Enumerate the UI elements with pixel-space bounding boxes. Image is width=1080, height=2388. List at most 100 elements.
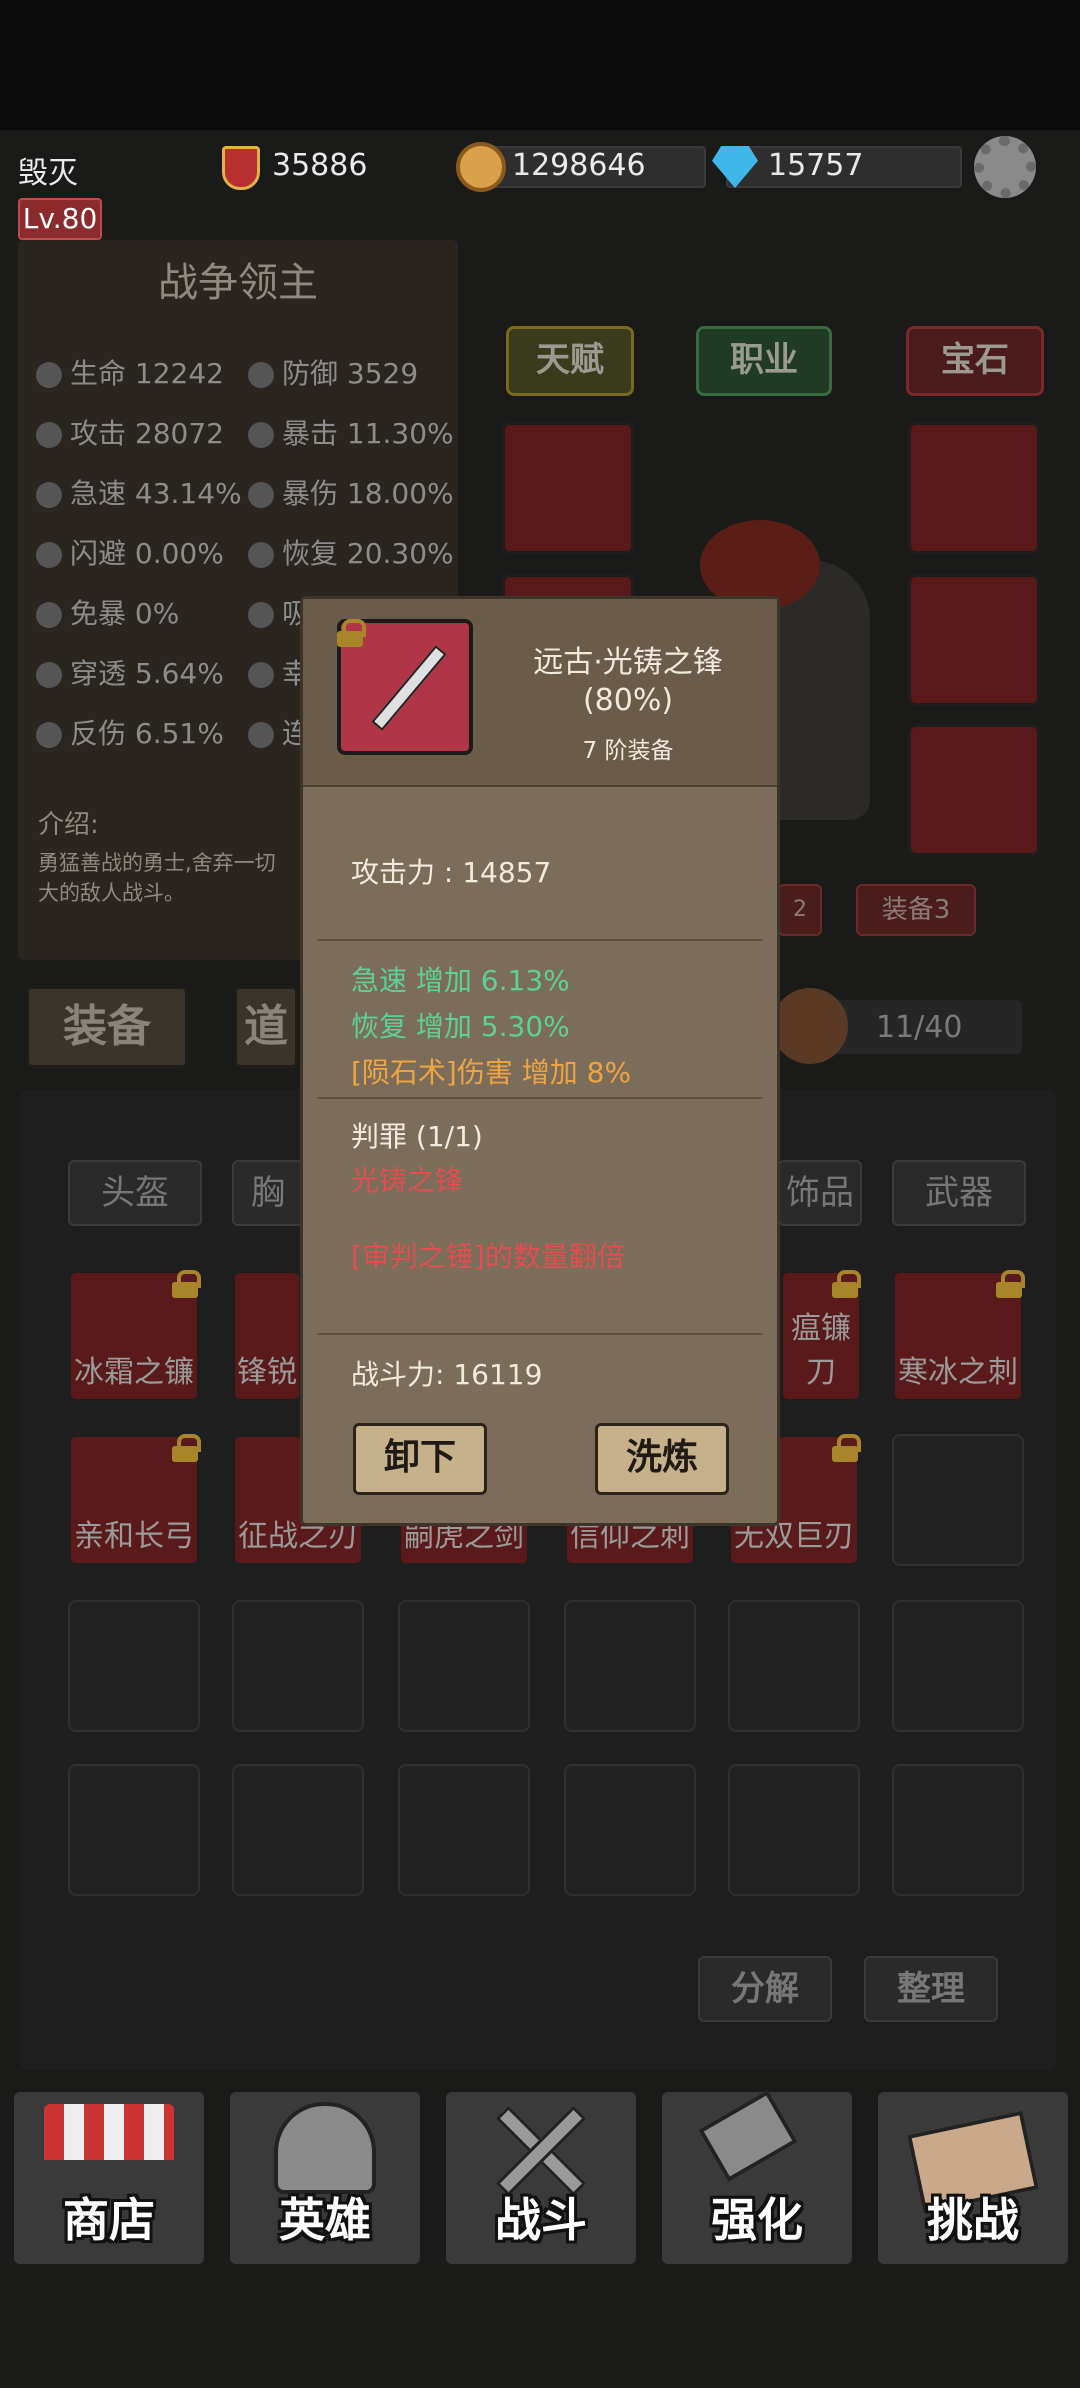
filter-chest[interactable]: 胸 — [232, 1160, 304, 1226]
divider — [317, 1333, 763, 1335]
hero-slot-weapon[interactable] — [908, 724, 1040, 856]
nav-challenge[interactable]: 挑战 — [878, 2092, 1068, 2264]
crit-immune-icon — [36, 602, 62, 628]
heart-icon — [36, 362, 62, 388]
inventory-item[interactable]: 锋锐 — [232, 1270, 302, 1402]
status-bar-area — [0, 0, 1080, 130]
inventory-slot-empty[interactable] — [68, 1764, 200, 1896]
stat-crit-immune: 免暴 0% — [36, 592, 179, 632]
dodge-icon — [36, 542, 62, 568]
shield-stat-icon — [248, 362, 274, 388]
hero-slot-ring[interactable] — [908, 422, 1040, 554]
attack-stat: 攻击力 : 14857 — [351, 856, 552, 889]
stat-crit: 暴击 11.30% — [248, 412, 454, 452]
inventory-slot-empty[interactable] — [728, 1764, 860, 1896]
intro-label: 介绍: — [38, 810, 99, 840]
tab-job[interactable]: 职业 — [696, 326, 832, 396]
lock-icon — [996, 1270, 1025, 1298]
gear-icon[interactable] — [974, 136, 1036, 198]
player-name: 毁灭 — [18, 156, 78, 191]
inventory-slot-empty[interactable] — [564, 1600, 696, 1732]
stat-haste: 急速 43.14% — [36, 472, 242, 512]
inventory-slot-empty[interactable] — [564, 1764, 696, 1896]
inventory-slot-empty[interactable] — [728, 1600, 860, 1732]
coin-value: 1298646 — [512, 148, 646, 183]
stat-hp: 生命 12242 — [36, 352, 224, 392]
filter-accessory[interactable]: 饰品 — [778, 1160, 862, 1226]
flame-icon — [248, 422, 274, 448]
stat-penetration: 穿透 5.64% — [36, 652, 224, 692]
set-item: 光铸之锋 — [351, 1164, 464, 1197]
shield-icon — [222, 146, 260, 190]
divider — [317, 939, 763, 941]
tab-items[interactable]: 道 — [234, 986, 298, 1068]
item-quality: (80%) — [582, 683, 674, 718]
item-detail-popup: 远古·光铸之锋 (80%) 7 阶装备 攻击力 : 14857 急速 增加 6.… — [300, 596, 780, 1526]
penetration-icon — [36, 662, 62, 688]
lock-icon — [172, 1270, 201, 1298]
bonus-meteor: [陨石术]伤害 增加 8% — [351, 1056, 632, 1089]
lock-icon — [832, 1434, 861, 1462]
bonus-haste: 急速 增加 6.13% — [351, 964, 570, 997]
stat-dodge: 闪避 0.00% — [36, 532, 224, 572]
inventory-slot-empty[interactable] — [398, 1600, 530, 1732]
set-effect: [审判之锤]的数量翻倍 — [351, 1240, 625, 1273]
stat-attack: 攻击 28072 — [36, 412, 224, 452]
item-tier: 7 阶装备 — [582, 738, 674, 764]
reflect-icon — [36, 722, 62, 748]
burst-icon — [248, 482, 274, 508]
lifesteal-icon — [248, 602, 274, 628]
hero-slot-armor[interactable] — [502, 422, 634, 554]
helmet-icon — [274, 2102, 376, 2194]
decompose-button[interactable]: 分解 — [698, 1956, 832, 2022]
hero-slot-weapon2[interactable] — [908, 574, 1040, 706]
intro-text: 勇猛善战的勇士,舍弃一切 大的敌人战斗。 — [38, 851, 276, 905]
filter-weapon[interactable]: 武器 — [892, 1160, 1026, 1226]
recovery-icon — [248, 542, 274, 568]
coin-icon — [456, 142, 506, 192]
tab-gem[interactable]: 宝石 — [906, 326, 1044, 396]
nav-shop[interactable]: 商店 — [14, 2092, 204, 2264]
combo-icon — [248, 722, 274, 748]
stat-reflect: 反伤 6.51% — [36, 712, 224, 752]
sort-button[interactable]: 整理 — [864, 1956, 998, 2022]
divider — [317, 1097, 763, 1099]
stat-defense: 防御 3529 — [248, 352, 418, 392]
bag-icon — [772, 988, 848, 1064]
inventory-slot-empty[interactable] — [892, 1764, 1024, 1896]
inventory-slot-empty[interactable] — [398, 1764, 530, 1896]
sword-icon — [36, 422, 62, 448]
clover-icon — [248, 662, 274, 688]
inventory-slot-empty[interactable] — [68, 1600, 200, 1732]
inventory-slot-empty[interactable] — [232, 1600, 364, 1732]
inventory-slot-empty[interactable] — [892, 1600, 1024, 1732]
nav-hero[interactable]: 英雄 — [230, 2092, 420, 2264]
stat-recovery: 恢复 20.30% — [248, 532, 454, 572]
equip-tag-2[interactable]: 2 — [778, 884, 822, 936]
hero-title: 战争领主 — [158, 260, 318, 306]
equip-tag-3[interactable]: 装备3 — [856, 884, 976, 936]
bonus-recovery: 恢复 增加 5.30% — [351, 1010, 570, 1043]
filter-helmet[interactable]: 头盔 — [68, 1160, 202, 1226]
bag-count: 11/40 — [876, 1010, 963, 1045]
nav-enhance[interactable]: 强化 — [662, 2090, 852, 2264]
set-name: 判罪 (1/1) — [351, 1120, 483, 1153]
wind-icon — [36, 482, 62, 508]
lock-icon — [172, 1434, 201, 1462]
combat-power: 战斗力: 16119 — [351, 1358, 543, 1391]
inventory-slot-empty[interactable] — [232, 1764, 364, 1896]
lock-icon[interactable] — [337, 619, 366, 647]
refine-button[interactable]: 洗炼 — [595, 1423, 729, 1495]
lock-icon — [832, 1270, 861, 1298]
inventory-slot-empty[interactable] — [892, 1434, 1024, 1566]
unequip-button[interactable]: 卸下 — [353, 1423, 487, 1495]
nav-battle[interactable]: 战斗 — [446, 2092, 636, 2264]
item-name: 远古·光铸之锋 — [533, 645, 723, 680]
hammer-icon — [698, 2090, 798, 2182]
tab-equipment[interactable]: 装备 — [26, 986, 188, 1068]
player-level: Lv.80 — [18, 198, 102, 240]
stat-crit-damage: 暴伤 18.00% — [248, 472, 454, 512]
gem-value: 15757 — [768, 148, 864, 183]
shop-icon — [44, 2104, 174, 2160]
tab-talent[interactable]: 天赋 — [506, 326, 634, 396]
